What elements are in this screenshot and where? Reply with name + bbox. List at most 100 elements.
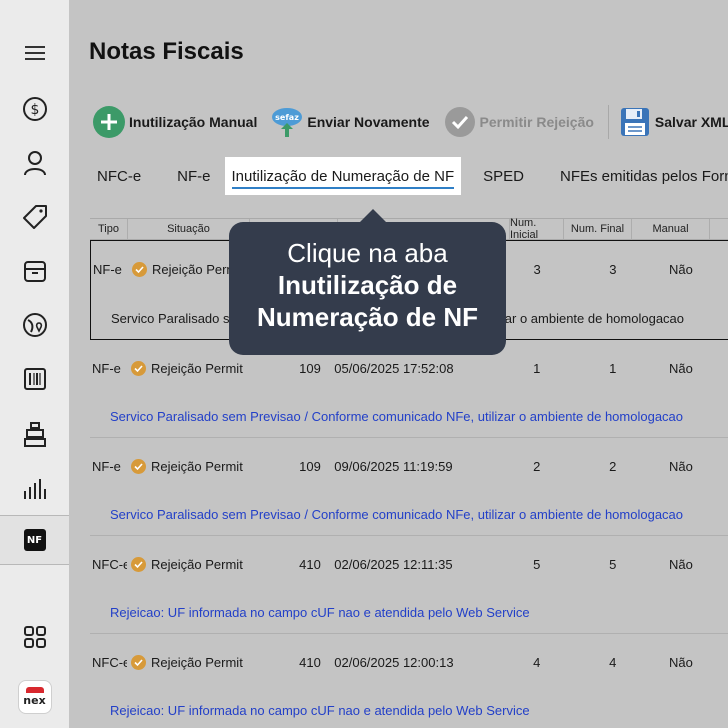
inutilizacao-manual-button[interactable]: Inutilização Manual	[93, 106, 257, 138]
col-num-final[interactable]: Num. Final	[564, 219, 632, 239]
tab-bar: NFC-e NF-e Inutilização de Numeração de …	[97, 157, 728, 195]
user-icon	[23, 150, 47, 176]
tutorial-tooltip: Clique na aba Inutilização de Numeração …	[229, 209, 506, 355]
sidebar-item-apps[interactable]	[0, 612, 69, 662]
tab-sped[interactable]: SPED	[483, 168, 524, 185]
col-tipo[interactable]: Tipo	[90, 219, 128, 239]
enviar-novamente-button[interactable]: sefaz Enviar Novamente	[271, 106, 430, 138]
tab-nfe[interactable]: NF-e	[177, 168, 210, 185]
cell-num-inicial: 5	[533, 556, 541, 572]
cell-tipo: NFC-e	[92, 654, 128, 670]
nf-icon: NF	[23, 529, 46, 551]
globe-pin-icon	[22, 312, 48, 338]
inventory-icon	[23, 422, 47, 448]
cell-num-inicial: 4	[533, 654, 541, 670]
cell-num-final: 2	[609, 458, 617, 474]
cell-manual: Não	[669, 261, 693, 277]
check-badge-icon	[131, 360, 147, 376]
permitir-rejeicao-button[interactable]: Permitir Rejeição	[444, 106, 594, 138]
cell-codigo: 410	[299, 654, 321, 670]
col-manual[interactable]: Manual	[632, 219, 710, 239]
dollar-icon: $	[22, 96, 48, 122]
cell-data: 02/06/2025 12:00:13	[334, 654, 454, 670]
hamburger-icon	[24, 45, 45, 61]
row-message: Servico Paralisado sem Previsao / Confor…	[90, 494, 728, 536]
check-badge-icon	[131, 556, 147, 572]
row-message: Rejeicao: UF informada no campo cUF nao …	[90, 690, 728, 728]
sidebar-item-delivery[interactable]	[0, 300, 69, 350]
page-title: Notas Fiscais	[89, 38, 244, 65]
cell-extra: 1	[710, 557, 728, 572]
cell-extra: 1	[710, 262, 728, 277]
tab-nfes-emitidas[interactable]: NFEs emitidas pelos Fornecedores	[560, 168, 728, 185]
sidebar-item-relatorios[interactable]	[0, 464, 69, 514]
add-circle-icon	[93, 106, 125, 138]
cell-num-final: 4	[609, 654, 617, 670]
cell-num-final: 1	[609, 360, 617, 376]
cell-codigo: 109	[299, 458, 321, 474]
cell-manual: Não	[668, 458, 693, 474]
cell-tipo: NF-e	[93, 261, 122, 277]
cell-data: 09/06/2025 11:19:59	[334, 458, 453, 474]
sidebar-item-estoque[interactable]	[0, 410, 69, 460]
tab-inutilizacao[interactable]: Inutilização de Numeração de NF	[224, 157, 462, 195]
cell-tipo: NF-e	[92, 360, 121, 376]
tooltip-line-2: Inutilização de	[277, 270, 458, 300]
cell-tipo: NFC-e	[92, 556, 128, 572]
cell-num-inicial: 2	[533, 458, 541, 474]
toolbar: Inutilização Manual sefaz Enviar Novamen…	[93, 104, 728, 140]
sidebar-item-produtos[interactable]	[0, 192, 69, 242]
tooltip-line-3: Numeração de NF	[256, 302, 479, 332]
cell-manual: Não	[668, 556, 693, 572]
cell-extra: 1	[710, 655, 728, 670]
cell-extra: 1	[710, 361, 728, 376]
floppy-disk-icon	[619, 106, 651, 138]
situacao-text: Rejeição Permit	[151, 654, 243, 670]
check-circle-icon	[444, 106, 476, 138]
nex-logo-button[interactable]: nex	[0, 672, 69, 722]
grid-icon	[23, 625, 47, 649]
sidebar-item-codigos[interactable]	[0, 354, 69, 404]
tab-nfce[interactable]: NFC-e	[97, 168, 141, 185]
cell-situacao: Rejeição Permit	[127, 556, 275, 572]
sefaz-label: sefaz	[275, 113, 299, 122]
cell-codigo: 410	[299, 556, 321, 572]
bar-chart-icon	[22, 477, 48, 501]
cell-codigo: 109	[299, 360, 321, 376]
cell-extra: 1	[710, 459, 728, 474]
sidebar-item-financeiro[interactable]: $	[0, 84, 69, 134]
cell-num-inicial: 1	[533, 360, 541, 376]
inutilizacao-manual-label: Inutilização Manual	[129, 114, 258, 130]
situacao-text: Rejeição Permit	[151, 360, 243, 376]
cell-num-final: 5	[609, 556, 617, 572]
register-icon	[23, 259, 47, 283]
tooltip-arrow	[359, 209, 387, 223]
sidebar-item-clientes[interactable]	[0, 138, 69, 188]
situacao-text: Rejeição Permit	[151, 556, 243, 572]
salvar-xml-button[interactable]: Salvar XML Retorno	[619, 106, 728, 138]
sidebar-item-caixa[interactable]	[0, 246, 69, 296]
row-message: Servico Paralisado sem Previsao / Confor…	[90, 396, 728, 438]
cell-situacao: Rejeição Permit	[127, 360, 275, 376]
cell-situacao: Rejeição Permit	[127, 654, 275, 670]
cell-manual: Não	[668, 360, 693, 376]
tag-icon	[22, 204, 48, 230]
svg-text:$: $	[30, 102, 39, 118]
table-row[interactable]: NFC-e Rejeição Permit 410 02/06/2025 12:…	[90, 634, 728, 690]
cell-data: 02/06/2025 12:11:35	[334, 556, 453, 572]
col-extra[interactable]	[710, 219, 728, 239]
cell-tipo: NF-e	[92, 458, 121, 474]
enviar-novamente-label: Enviar Novamente	[307, 114, 430, 130]
cell-data: 05/06/2025 17:52:08	[334, 360, 454, 376]
col-num-inicial[interactable]: Num. Inicial	[510, 217, 564, 241]
situacao-text: Rejeição Permit	[151, 458, 243, 474]
barcode-icon	[23, 367, 47, 391]
sidebar-item-notas-fiscais[interactable]: NF	[0, 515, 69, 565]
toolbar-separator	[607, 105, 609, 139]
main-content: Notas Fiscais Inutilização Manual sefaz …	[69, 0, 728, 728]
logo-text: nex	[23, 694, 46, 707]
table-row[interactable]: NFC-e Rejeição Permit 410 02/06/2025 12:…	[90, 536, 728, 592]
nex-logo: nex	[17, 680, 52, 714]
table-row[interactable]: NF-e Rejeição Permit 109 09/06/2025 11:1…	[90, 438, 728, 494]
menu-button[interactable]	[0, 28, 69, 78]
